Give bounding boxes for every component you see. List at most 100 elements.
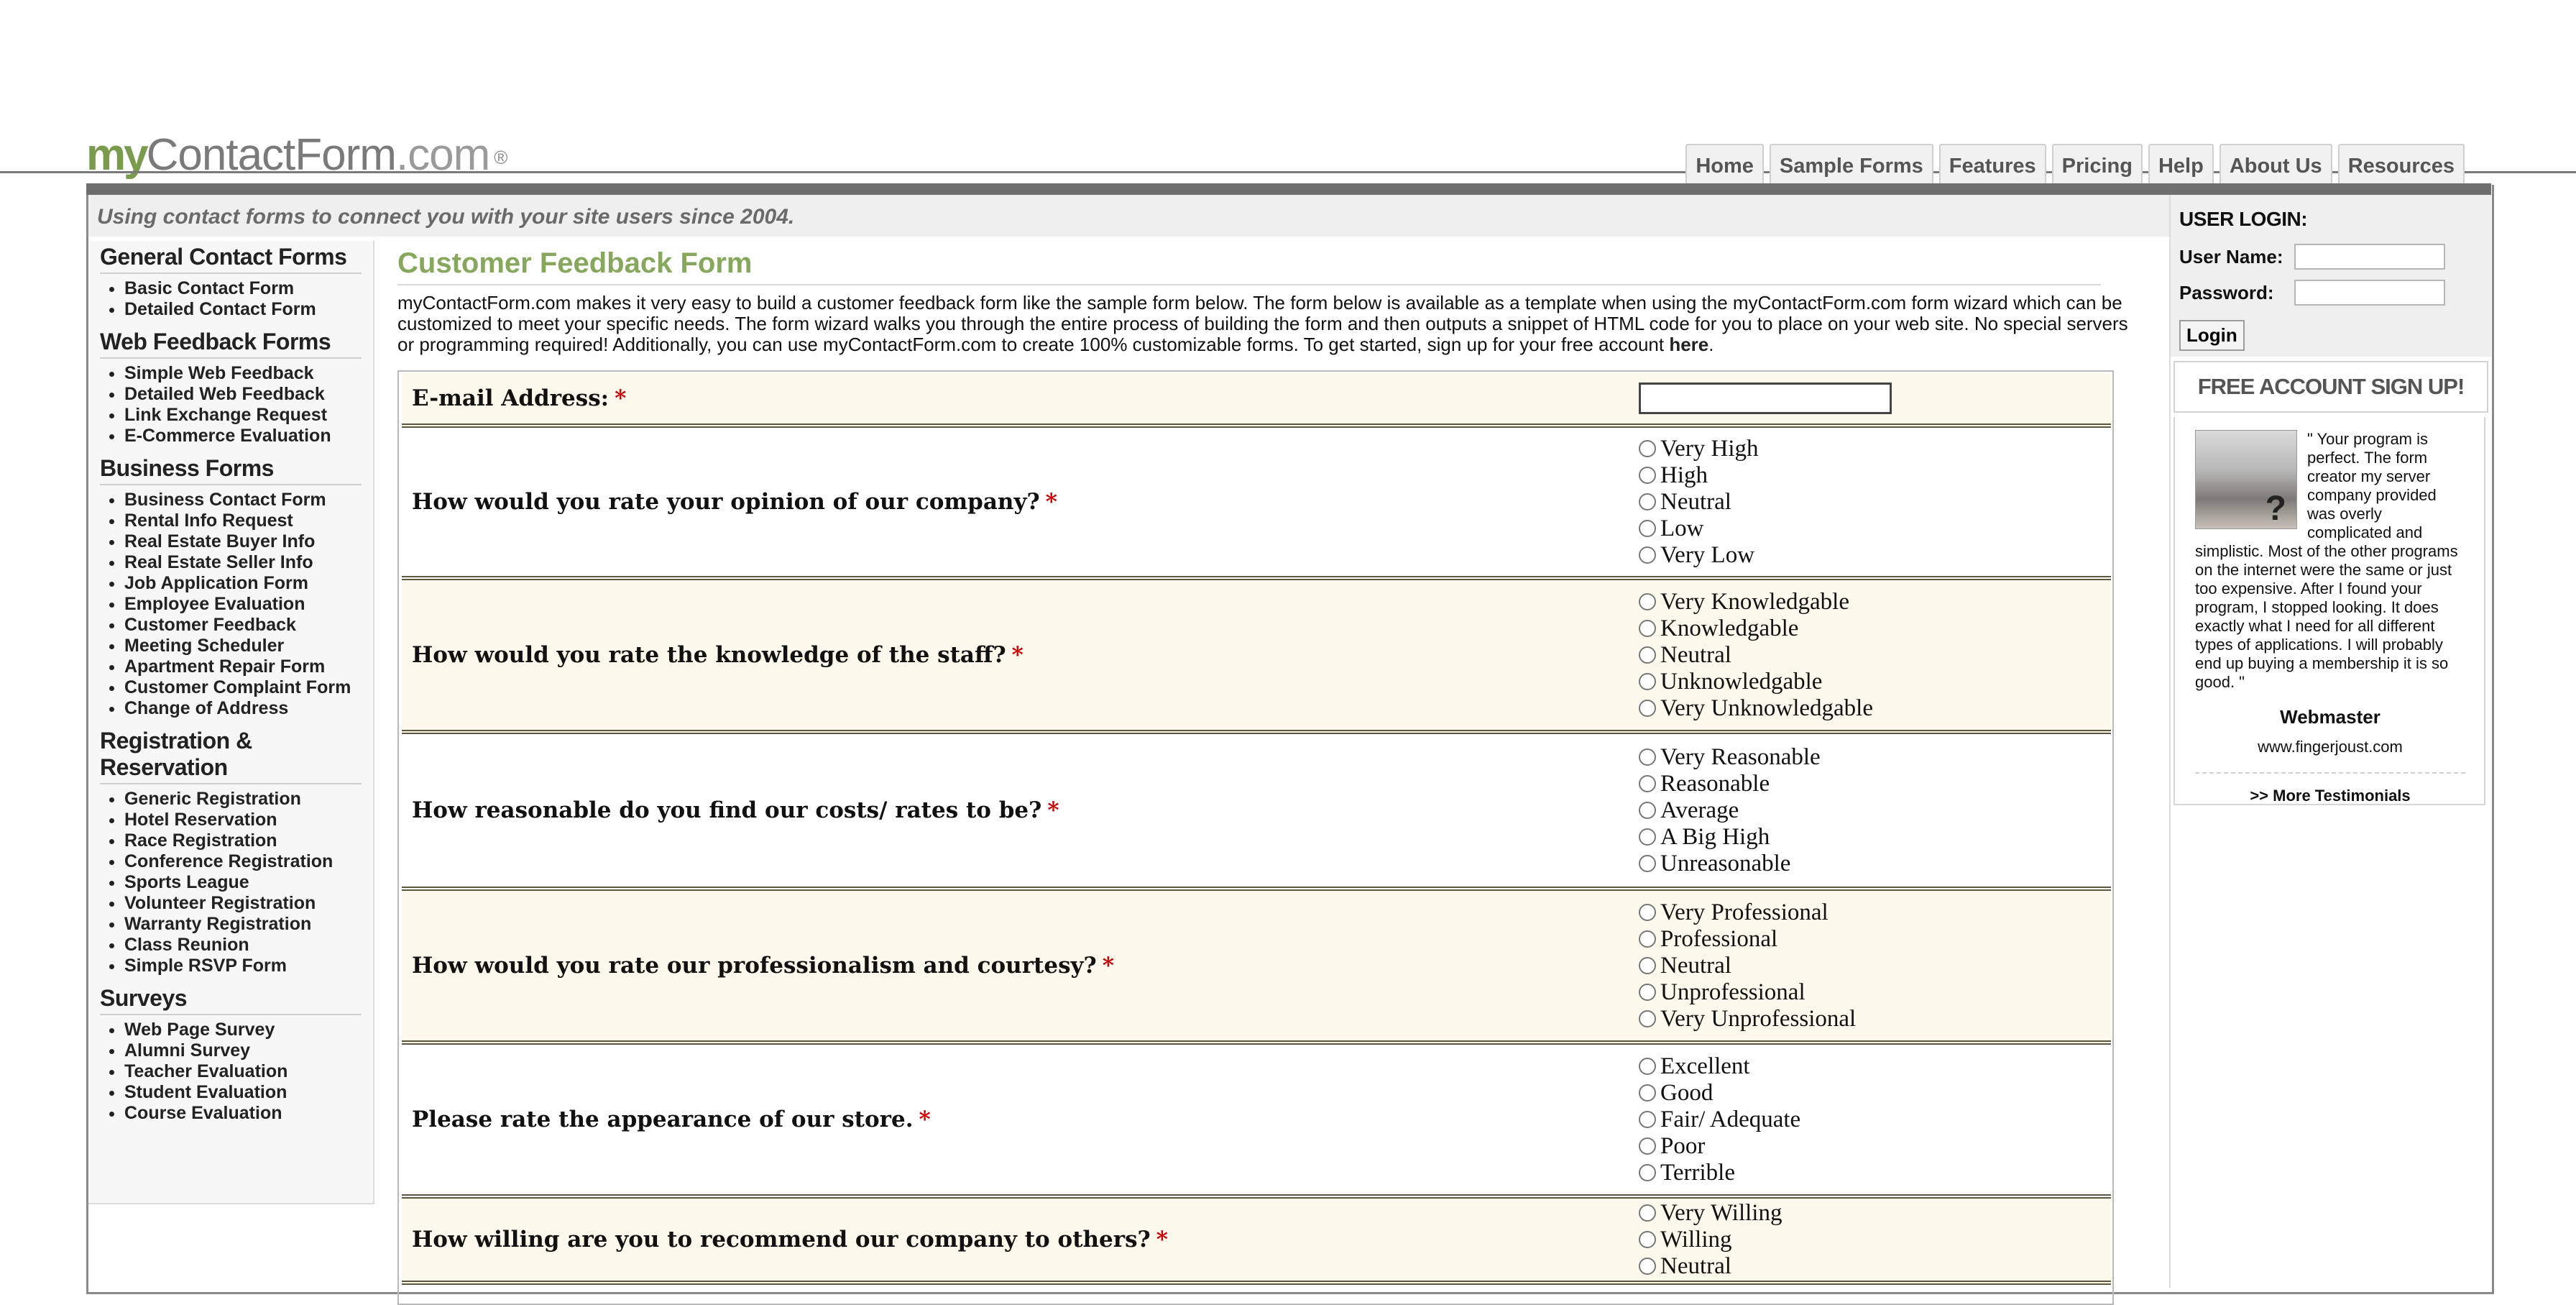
password-input[interactable] — [2294, 280, 2445, 306]
signup-here-link[interactable]: here — [1669, 334, 1708, 355]
radio-option[interactable]: Very Unprofessional — [1636, 1006, 2111, 1032]
sidebar-item[interactable]: Basic Contact Form — [124, 278, 362, 299]
radio-button[interactable] — [1639, 673, 1656, 690]
radio-button[interactable] — [1639, 620, 1656, 637]
sidebar-item[interactable]: Customer Complaint Form — [124, 677, 362, 698]
nav-tab-about-us[interactable]: About Us — [2219, 144, 2332, 184]
sidebar-item[interactable]: Job Application Form — [124, 573, 362, 594]
sidebar-item[interactable]: Employee Evaluation — [124, 594, 362, 615]
radio-option[interactable]: Neutral — [1636, 953, 2111, 979]
nav-tab-features[interactable]: Features — [1938, 144, 2046, 184]
sidebar-item[interactable]: Meeting Scheduler — [124, 636, 362, 656]
radio-button[interactable] — [1639, 440, 1656, 457]
sidebar-item[interactable]: Generic Registration — [124, 789, 362, 810]
sidebar-item[interactable]: E-Commerce Evaluation — [124, 426, 362, 447]
username-input[interactable] — [2294, 244, 2445, 270]
radio-option[interactable]: Average — [1636, 797, 2111, 824]
radio-button[interactable] — [1639, 984, 1656, 1001]
radio-button[interactable] — [1639, 828, 1656, 846]
radio-button[interactable] — [1639, 748, 1656, 766]
radio-button[interactable] — [1639, 1258, 1656, 1275]
radio-button[interactable] — [1639, 1204, 1656, 1222]
sidebar-item[interactable]: Real Estate Buyer Info — [124, 531, 362, 552]
sidebar-item[interactable]: Detailed Contact Form — [124, 299, 362, 320]
sidebar-item[interactable]: Rental Info Request — [124, 510, 362, 531]
radio-button[interactable] — [1639, 546, 1656, 564]
radio-button[interactable] — [1639, 1111, 1656, 1128]
radio-button[interactable] — [1639, 1164, 1656, 1181]
radio-button[interactable] — [1639, 855, 1656, 872]
sidebar-item[interactable]: Sports League — [124, 872, 362, 893]
sidebar-item[interactable]: Course Evaluation — [124, 1103, 362, 1124]
radio-option[interactable]: Professional — [1636, 926, 2111, 953]
radio-option[interactable]: Very Unknowledgable — [1636, 695, 2111, 722]
radio-option[interactable]: High — [1636, 462, 2111, 489]
radio-option[interactable]: Reasonable — [1636, 771, 2111, 797]
sidebar-item[interactable]: Race Registration — [124, 830, 362, 851]
radio-option[interactable]: Unprofessional — [1636, 979, 2111, 1006]
radio-option[interactable]: Willing — [1636, 1227, 2111, 1253]
sidebar-item[interactable]: Class Reunion — [124, 935, 362, 956]
radio-button[interactable] — [1639, 1231, 1656, 1248]
radio-option[interactable]: Fair/ Adequate — [1636, 1107, 2111, 1133]
sidebar-item[interactable]: Alumni Survey — [124, 1040, 362, 1061]
sidebar-item[interactable]: Customer Feedback — [124, 615, 362, 636]
radio-option[interactable]: Knowledgable — [1636, 615, 2111, 642]
radio-option[interactable]: Unreasonable — [1636, 851, 2111, 877]
radio-button[interactable] — [1639, 1058, 1656, 1075]
radio-button[interactable] — [1639, 1010, 1656, 1027]
nav-tab-home[interactable]: Home — [1685, 144, 1764, 184]
radio-button[interactable] — [1639, 1137, 1656, 1155]
email-field[interactable] — [1639, 383, 1892, 414]
radio-button[interactable] — [1639, 1084, 1656, 1102]
radio-option[interactable]: Very Professional — [1636, 899, 2111, 926]
sidebar-item[interactable]: Business Contact Form — [124, 490, 362, 510]
radio-option[interactable]: Unknowledgable — [1636, 669, 2111, 695]
sidebar-item[interactable]: Simple RSVP Form — [124, 956, 362, 976]
sidebar-item[interactable]: Detailed Web Feedback — [124, 384, 362, 405]
sidebar-item[interactable]: Real Estate Seller Info — [124, 552, 362, 573]
radio-button[interactable] — [1639, 775, 1656, 792]
radio-button[interactable] — [1639, 957, 1656, 974]
free-signup-button[interactable]: FREE ACCOUNT SIGN UP! — [2174, 361, 2488, 413]
radio-option[interactable]: A Big High — [1636, 824, 2111, 851]
sidebar-item[interactable]: Apartment Repair Form — [124, 656, 362, 677]
radio-option[interactable]: Very Willing — [1636, 1200, 2111, 1227]
sidebar-item[interactable]: Link Exchange Request — [124, 405, 362, 426]
radio-option[interactable]: Good — [1636, 1080, 2111, 1107]
radio-option[interactable]: Very Low — [1636, 542, 2111, 569]
sidebar-item[interactable]: Hotel Reservation — [124, 810, 362, 830]
radio-button[interactable] — [1639, 700, 1656, 717]
radio-option[interactable]: Very High — [1636, 436, 2111, 462]
radio-button[interactable] — [1639, 493, 1656, 510]
sidebar-item[interactable]: Conference Registration — [124, 851, 362, 872]
radio-option[interactable]: Neutral — [1636, 489, 2111, 516]
radio-option[interactable]: Low — [1636, 516, 2111, 542]
radio-button[interactable] — [1639, 520, 1656, 537]
radio-option[interactable]: Terrible — [1636, 1160, 2111, 1186]
nav-tab-pricing[interactable]: Pricing — [2051, 144, 2143, 184]
nav-tab-resources[interactable]: Resources — [2337, 144, 2465, 184]
more-testimonials-link[interactable]: >> More Testimonials — [2195, 787, 2465, 805]
login-button[interactable]: Login — [2179, 320, 2245, 351]
sidebar-item[interactable]: Change of Address — [124, 698, 362, 719]
radio-button[interactable] — [1639, 467, 1656, 484]
radio-button[interactable] — [1639, 593, 1656, 610]
sidebar-item[interactable]: Teacher Evaluation — [124, 1061, 362, 1082]
radio-button[interactable] — [1639, 802, 1656, 819]
radio-option[interactable]: Very Reasonable — [1636, 744, 2111, 771]
radio-option[interactable]: Excellent — [1636, 1053, 2111, 1080]
radio-button[interactable] — [1639, 646, 1656, 664]
radio-button[interactable] — [1639, 904, 1656, 921]
sidebar-item[interactable]: Simple Web Feedback — [124, 363, 362, 384]
radio-option[interactable]: Neutral — [1636, 642, 2111, 669]
sidebar-item[interactable]: Web Page Survey — [124, 1020, 362, 1040]
nav-tab-sample-forms[interactable]: Sample Forms — [1769, 144, 1933, 184]
sidebar-item[interactable]: Warranty Registration — [124, 914, 362, 935]
radio-option[interactable]: Neutral — [1636, 1253, 2111, 1280]
nav-tab-help[interactable]: Help — [2148, 144, 2214, 184]
sidebar-item[interactable]: Volunteer Registration — [124, 893, 362, 914]
radio-button[interactable] — [1639, 930, 1656, 948]
radio-option[interactable]: Very Knowledgable — [1636, 589, 2111, 615]
sidebar-item[interactable]: Student Evaluation — [124, 1082, 362, 1103]
